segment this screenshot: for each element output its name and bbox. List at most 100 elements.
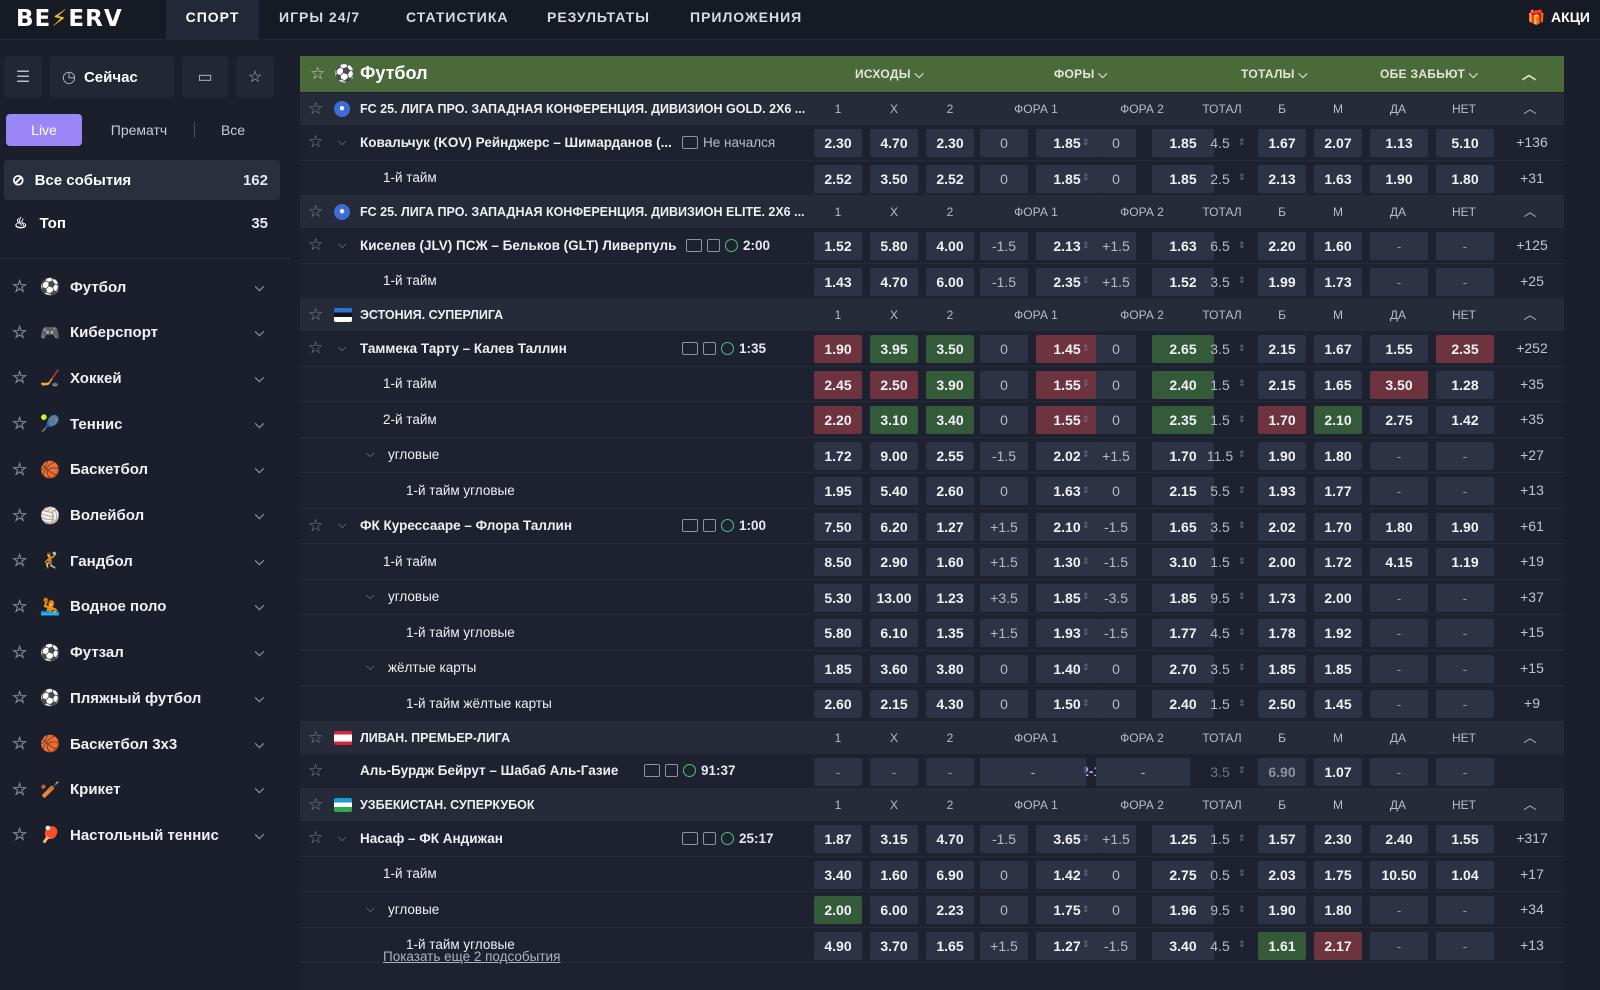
event-row[interactable]: ⌵угловые0:05.3013.001.23+3.51.85-3.51.85… [300,580,1564,615]
odds-cell[interactable]: 1.99 [1258,267,1306,296]
odds-cell[interactable]: 1.73 [1314,267,1362,296]
event-name[interactable]: Аль-Бурдж Бейрут – Шабаб Аль-Газие [360,754,618,789]
odds-cell[interactable]: 2.10 [1314,406,1362,434]
odds-cell[interactable]: - [870,757,918,786]
event-row[interactable]: ☆⌵Таммека Тарту – Калев Таллин1:350:01.9… [300,331,1564,367]
odds-cell[interactable]: 10.50 [1370,860,1428,889]
nav-tab-statistics[interactable]: СТАТИСТИКА [386,0,529,40]
star-icon[interactable]: ☆ [12,825,32,845]
odds-cell[interactable]: - [1436,267,1494,296]
favorites-button[interactable]: ☆ [236,56,274,98]
odds-cell[interactable]: 1.85 [814,654,862,683]
more-markets[interactable]: +9 [1500,686,1564,721]
promo-link[interactable]: 🎁 АКЦИ [1528,0,1600,40]
event-name[interactable]: Киселев (JLV) ПСЖ – Бельков (GLT) Ливерп… [360,228,676,263]
segment-all[interactable]: Все [206,114,260,146]
odds-cell[interactable]: 13.00 [870,583,918,612]
odds-cell[interactable]: 2.90 [870,548,918,576]
odds-cell[interactable]: 1.27 [926,512,974,541]
event-row[interactable]: 2-й тайм0:02.203.103.4001.5502.351.51.70… [300,402,1564,438]
event-row[interactable]: ⌵угловые1:22.006.002.2301.7501.969.51.90… [300,892,1564,928]
league-header[interactable]: ☆ ● FC 25. ЛИГА ПРО. ЗАПАДНАЯ КОНФЕРЕНЦИЯ.… [300,93,1564,125]
odds-cell[interactable]: 1.80 [1314,896,1362,924]
odds-cell[interactable]: 2.15 [870,690,918,718]
odds-cell[interactable]: - [1370,931,1428,960]
event-row[interactable]: ☆⌵ФК Курессааре – Флора Таллин1:000:07.5… [300,509,1564,544]
nav-tab-results[interactable]: РЕЗУЛЬТАТЫ [527,0,670,40]
event-name[interactable]: 1-й тайм [383,161,437,196]
event-row[interactable]: 1-й тайм жёлтые карты0:02.602.154.3001.5… [300,686,1564,722]
sidebar-sport-item[interactable]: ☆ 🏀 Баскетбол 3x3 ⌵ [0,721,290,767]
event-name[interactable]: жёлтые карты [388,651,476,686]
odds-cell[interactable]: 1.92 [1314,619,1362,647]
odds-cell[interactable]: 4.70 [926,825,974,853]
sidebar-sport-item[interactable]: ☆ 🏓 Настольный теннис ⌵ [0,812,290,858]
more-markets[interactable]: +252 [1500,331,1564,366]
odds-cell[interactable]: 1.55 [1370,335,1428,363]
odds-cell[interactable]: 2.23 [926,896,974,924]
more-markets[interactable]: +15 [1500,615,1564,650]
odds-cell[interactable]: - [926,757,974,786]
odds-cell[interactable]: 1.80 [1370,512,1428,541]
odds-cell[interactable]: 3.90 [926,370,974,399]
more-markets[interactable]: +27 [1500,438,1564,473]
odds-cell[interactable]: 1.75 [1314,860,1362,889]
odds-cell[interactable]: 2.02 [1258,512,1306,541]
star-icon[interactable]: ☆ [12,368,32,388]
segment-live[interactable]: Live [6,114,82,146]
odds-cell[interactable]: 1.13 [1370,129,1428,157]
odds-cell[interactable]: 6.10 [870,619,918,647]
more-markets[interactable]: +35 [1500,402,1564,437]
odds-cell[interactable]: 6.90 [1258,757,1306,786]
event-row[interactable]: ☆ ⌵ Киселев (JLV) ПСЖ – Бельков (GLT) Ливе… [300,228,1564,264]
odds-cell[interactable]: 1.67 [1258,129,1306,157]
chevron-down-icon[interactable]: ⌵ [366,580,374,615]
event-name[interactable]: 1-й тайм [383,857,437,892]
odds-cell[interactable]: - [1436,619,1494,647]
star-icon[interactable]: ☆ [308,228,323,263]
odds-cell[interactable]: 1.77 [1314,477,1362,505]
odds-cell[interactable]: 3.50 [870,164,918,193]
chevron-down-icon[interactable]: ⌵ [338,821,346,856]
odds-cell[interactable]: 3.15 [870,825,918,853]
odds-cell[interactable]: - [1436,232,1494,260]
odds-cell[interactable]: 2.15 [1258,370,1306,399]
odds-cell[interactable]: 1.85 [1258,654,1306,683]
sidebar-sport-item[interactable]: ☆ ⚽ Пляжный футбол ⌵ [0,675,290,721]
event-row[interactable]: 1-й тайм0:02.452.503.9001.5502.401.52.15… [300,367,1564,402]
event-row[interactable]: ☆⌵Насаф – ФК Андижан25:170:01.873.154.70… [300,821,1564,857]
chevron-down-icon[interactable]: ⌵ [366,892,374,927]
filter-button[interactable]: ☰ [4,56,42,98]
star-icon[interactable]: ☆ [12,506,32,526]
event-row[interactable]: ⌵жёлтые карты0:01.853.603.8001.4002.703.… [300,651,1564,686]
odds-cell[interactable]: - [1436,654,1494,683]
more-markets[interactable]: +25 [1500,264,1564,299]
event-row[interactable]: 1-й тайм1:01.434.706.00-1.52.35+1.51.523… [300,264,1564,299]
chevron-down-icon[interactable]: ⌵ [338,509,346,544]
more-markets[interactable]: +13 [1500,473,1564,508]
odds-cell[interactable]: 2.13 [1258,164,1306,193]
nav-tab-games[interactable]: ИГРЫ 24/7 [259,0,380,40]
odds-cell[interactable]: 6.20 [870,512,918,541]
odds-cell[interactable]: 1.60 [1314,232,1362,260]
odds-cell[interactable]: 1.42 [1436,406,1494,434]
odds-cell[interactable]: 2.00 [1314,583,1362,612]
event-name[interactable]: 1-й тайм жёлтые карты [406,686,552,721]
odds-cell[interactable]: - [1370,654,1428,683]
odds-cell[interactable]: - [1436,896,1494,924]
odds-cell[interactable]: 3.40 [926,406,974,434]
odds-cell[interactable]: 3.95 [870,335,918,363]
odds-cell[interactable]: - [1370,441,1428,470]
chevron-down-icon[interactable]: ⌵ [366,438,374,473]
market-btts[interactable]: ОБЕ ЗАБЬЮТ ⌵ [1380,56,1478,92]
odds-cell[interactable]: 2.52 [814,164,862,193]
odds-cell[interactable]: 5.30 [814,583,862,612]
odds-cell[interactable]: - [1370,757,1428,786]
odds-cell[interactable]: 1.63 [1314,164,1362,193]
league-header[interactable]: ☆ ЛИВАН. ПРЕМЬЕР-ЛИГА 1 X 2 ФОРА 1 ФОРА 2 ТОТАЛ… [300,721,1564,754]
more-markets[interactable] [1500,754,1564,789]
sidebar-sport-item[interactable]: ☆ 🏏 Крикет ⌵ [0,767,290,813]
logo[interactable]: BE⚡ERV [16,6,123,32]
collapse-icon[interactable]: ︿ [1518,789,1542,821]
odds-cell[interactable]: 1.35 [926,619,974,647]
